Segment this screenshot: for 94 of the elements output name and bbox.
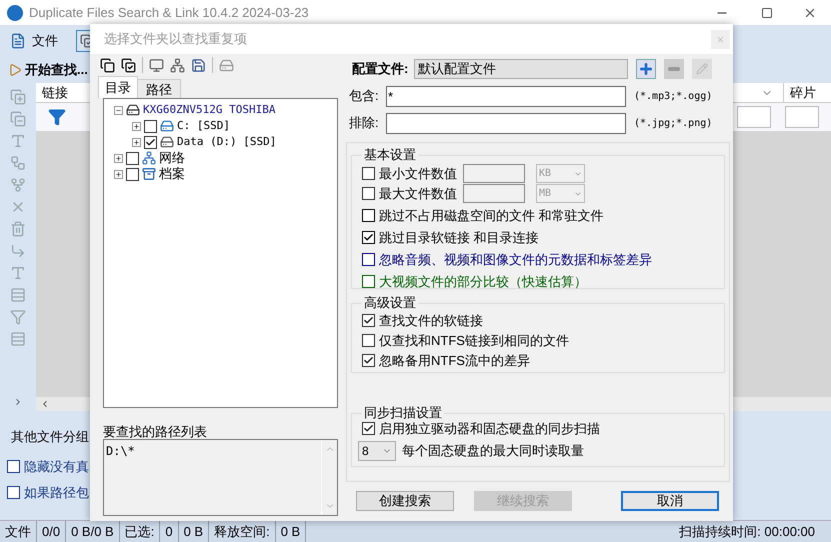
maximize-icon[interactable]	[761, 6, 773, 18]
checkbox[interactable]	[362, 253, 375, 266]
size-field[interactable]	[463, 164, 525, 183]
filter-label: 排除:	[348, 114, 380, 132]
path-list-label: 要查找的路径列表	[103, 424, 208, 439]
option-label[interactable]: 大视频文件的部分比较（快速估算）	[379, 272, 587, 292]
check-icon	[363, 355, 374, 366]
status-cell: 0/0	[37, 521, 66, 542]
filter-label: 包含:	[348, 87, 380, 106]
filter-field[interactable]	[737, 106, 771, 128]
filter-field[interactable]	[785, 106, 819, 128]
checkbox[interactable]	[126, 168, 139, 180]
reads-dropdown[interactable]: 8	[358, 441, 396, 461]
plus-icon	[115, 170, 122, 178]
checkbox[interactable]	[362, 334, 375, 347]
tree-item[interactable]: Data (D:) [SSD]	[177, 134, 276, 150]
tab[interactable]: 路径	[138, 79, 181, 98]
checkbox[interactable]	[362, 354, 375, 367]
window-title: Duplicate Files Search & Link 10.4.2 2024-03-23	[29, 4, 309, 22]
option-label[interactable]: 隐藏没有真	[24, 457, 89, 476]
option-label[interactable]: 跳过不占用磁盘空间的文件 和常驻文件	[379, 206, 604, 226]
plus-icon	[115, 154, 122, 162]
filter-hint: (*.mp3;*.ogg)	[634, 90, 712, 104]
filter-field[interactable]	[386, 112, 626, 134]
tree-item[interactable]: KXG60ZNV512G TOSHIBA	[143, 102, 276, 118]
scan-time: 扫描持续时间: 00:00:00	[679, 522, 816, 541]
minus-icon	[668, 67, 680, 71]
checkbox[interactable]	[362, 209, 375, 222]
reads-label: 每个固态硬盘的最大同时读取量	[402, 442, 584, 460]
group-title: 高级设置	[362, 294, 418, 312]
dialog-button[interactable]: 创建搜索	[356, 491, 454, 511]
check-icon	[363, 423, 374, 434]
option-label[interactable]: 如果路径包	[24, 482, 89, 502]
pencil-icon	[696, 63, 708, 75]
file-icon	[10, 33, 26, 49]
checkbox[interactable]	[7, 460, 20, 474]
check-icon	[363, 315, 374, 326]
app-logo-icon	[7, 4, 23, 20]
group-title: 基本设置	[362, 146, 418, 164]
plus-icon	[638, 61, 654, 77]
expand-toggle[interactable]	[114, 170, 123, 178]
profile-field[interactable]: 默认配置文件	[414, 59, 628, 79]
checkbox[interactable]	[362, 231, 375, 244]
expand-toggle[interactable]	[114, 154, 123, 162]
file-menu[interactable]: 文件	[32, 31, 58, 51]
start-search-button[interactable]: 开始查找...	[25, 60, 88, 80]
checkbox[interactable]	[7, 486, 20, 499]
option-label[interactable]: 跳过目录软链接 和目录连接	[379, 228, 539, 248]
status-cell: 文件	[0, 521, 37, 542]
drive-icon	[160, 135, 174, 149]
dialog-button[interactable]: 取消	[621, 491, 719, 511]
drive-icon	[160, 119, 174, 133]
tab[interactable]: 目录	[98, 76, 138, 98]
dialog-title: 选择文件夹以查找重复项	[104, 30, 247, 48]
close-icon	[716, 34, 725, 44]
option-label[interactable]: 忽略音频、视频和图像文件的元数据和标签差异	[379, 250, 652, 270]
tree-item[interactable]: C: [SSD]	[177, 118, 230, 134]
checkbox[interactable]	[362, 167, 375, 180]
check-icon	[145, 136, 156, 148]
checkbox[interactable]	[362, 314, 375, 327]
add-profile-button[interactable]	[636, 59, 656, 79]
option-label[interactable]: 忽略备用NTFS流中的差异	[379, 350, 530, 370]
expand-toggle[interactable]	[132, 138, 141, 146]
checkbox[interactable]	[126, 152, 139, 164]
plus-icon	[133, 138, 140, 146]
profile-label: 配置文件:	[351, 60, 410, 78]
computer-icon[interactable]	[149, 58, 164, 72]
column-header[interactable]: 碎片	[783, 83, 831, 102]
expand-toggle[interactable]	[132, 122, 141, 130]
option-label[interactable]: 查找文件的软链接	[379, 310, 483, 330]
archive-icon	[142, 167, 156, 181]
network-icon	[142, 151, 156, 165]
path-list-field[interactable]: D:\*	[103, 439, 338, 516]
check-all-icon[interactable]	[121, 58, 136, 72]
check-icon	[363, 232, 374, 243]
checkbox[interactable]	[362, 422, 375, 435]
group-label: 其他文件分组	[11, 429, 89, 444]
checkbox[interactable]	[144, 136, 157, 148]
select-all-icon[interactable]	[100, 58, 115, 72]
filter-field[interactable]: *	[386, 86, 626, 106]
option-label[interactable]: 最小文件数值	[379, 164, 459, 184]
plus-icon	[133, 122, 140, 130]
expand-toggle[interactable]	[114, 106, 123, 114]
checkbox[interactable]	[144, 120, 157, 132]
option-label[interactable]: 最大文件数值	[379, 184, 459, 204]
start-icon	[8, 63, 22, 77]
size-field[interactable]	[463, 184, 525, 203]
filter-hint: (*.jpg;*.png)	[634, 116, 712, 130]
checkbox[interactable]	[362, 187, 375, 200]
filter-icon[interactable]	[48, 108, 66, 126]
network-icon[interactable]	[170, 58, 185, 72]
group-title: 同步扫描设置	[362, 404, 444, 422]
option-label[interactable]: 仅查找和NTFS链接到相同的文件	[379, 330, 569, 350]
checkbox[interactable]	[362, 275, 375, 288]
